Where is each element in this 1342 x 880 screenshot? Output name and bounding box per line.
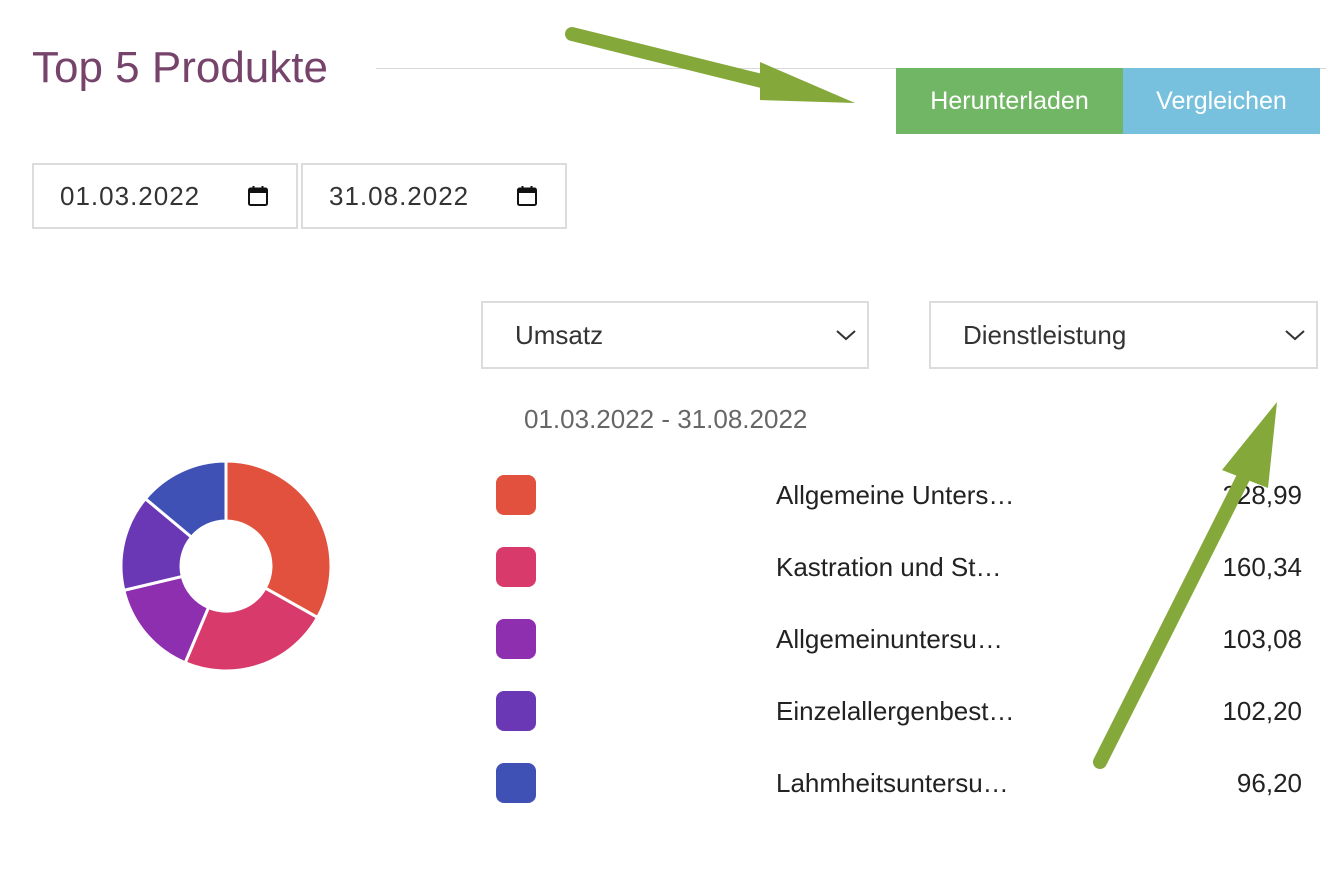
legend-item[interactable]: Einzelallergenbest… 102,20 [496,691,1302,731]
legend-swatch[interactable] [496,619,536,659]
legend-label: Allgemeine Unters… [776,480,1015,510]
legend-value: 96,20 [1236,768,1302,798]
legend-label: Lahmheitsuntersu… [776,768,1009,798]
legend-value: 228,99 [1222,480,1302,510]
legend-swatch[interactable] [496,547,536,587]
calendar-icon[interactable] [246,184,270,208]
legend-swatch[interactable] [496,475,536,515]
chevron-down-icon [1285,330,1305,341]
legend-value: 103,08 [1222,624,1302,654]
date-from-input[interactable]: 01.03.2022 [32,163,298,229]
metric-select-value: Umsatz [515,319,604,350]
legend-label: Einzelallergenbest… [776,696,1015,726]
legend-swatch[interactable] [496,763,536,803]
date-to-value: 31.08.2022 [329,180,470,211]
legend-item[interactable]: Allgemeinuntersu… 103,08 [496,619,1302,659]
type-select[interactable]: Dienstleistung [929,301,1318,369]
calendar-icon[interactable] [515,184,539,208]
date-from-value: 01.03.2022 [60,180,201,211]
legend-item[interactable]: Lahmheitsuntersu… 96,20 [496,763,1302,803]
legend-item[interactable]: Kastration und St… 160,34 [496,547,1302,587]
legend-label: Allgemeinuntersu… [776,624,1003,654]
legend-value: 102,20 [1222,696,1302,726]
download-button[interactable]: Herunterladen [896,68,1123,134]
date-to-input[interactable]: 31.08.2022 [301,163,567,229]
chevron-down-icon [836,330,856,341]
donut-chart [119,459,333,673]
date-range-label: 01.03.2022 - 31.08.2022 [524,404,808,434]
metric-select[interactable]: Umsatz [481,301,869,369]
legend-item[interactable]: Allgemeine Unters… 228,99 [496,475,1302,515]
compare-button[interactable]: Vergleichen [1123,68,1320,134]
page-title: Top 5 Produkte [32,43,328,92]
legend-value: 160,34 [1222,552,1302,582]
legend-swatch[interactable] [496,691,536,731]
type-select-value: Dienstleistung [963,319,1127,350]
legend-label: Kastration und St… [776,552,1002,582]
